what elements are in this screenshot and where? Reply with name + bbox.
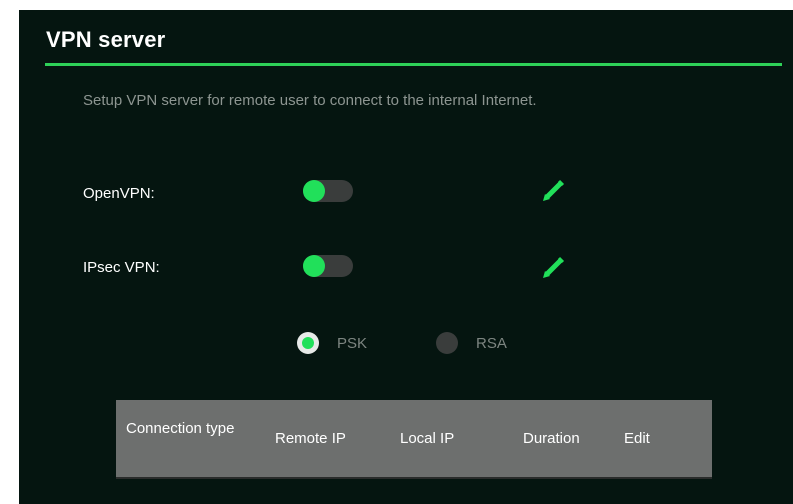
column-header-connection-type: Connection type xyxy=(126,420,235,437)
radio-rsa-label: RSA xyxy=(476,334,507,352)
radio-rsa[interactable]: RSA xyxy=(436,332,507,354)
title-divider xyxy=(45,63,782,66)
openvpn-toggle[interactable] xyxy=(303,180,353,202)
openvpn-label: OpenVPN: xyxy=(83,185,155,202)
radio-psk-circle xyxy=(297,332,319,354)
page-title: VPN server xyxy=(46,27,166,52)
pencil-icon xyxy=(543,256,565,278)
toggle-knob xyxy=(303,180,325,202)
pencil-icon xyxy=(543,179,565,201)
ipsec-vpn-label: IPsec VPN: xyxy=(83,259,160,276)
description-text: Setup VPN server for remote user to conn… xyxy=(83,92,537,109)
toggle-knob xyxy=(303,255,325,277)
openvpn-edit-pencil-icon[interactable] xyxy=(539,176,567,204)
radio-psk-label: PSK xyxy=(337,334,368,352)
connections-table-header: Connection type Remote IP Local IP Durat… xyxy=(116,400,712,477)
table-bottom-border xyxy=(116,477,712,479)
ipsec-vpn-toggle[interactable] xyxy=(303,255,353,277)
column-header-local-ip: Local IP xyxy=(400,430,455,447)
ipsec-vpn-edit-pencil-icon[interactable] xyxy=(539,253,567,281)
radio-rsa-circle xyxy=(436,332,458,354)
column-header-duration: Duration xyxy=(523,430,580,447)
radio-psk[interactable]: PSK xyxy=(297,332,367,354)
column-header-remote-ip: Remote IP xyxy=(275,430,346,447)
vpn-server-panel: VPN server Setup VPN server for remote u… xyxy=(19,10,793,504)
column-header-edit: Edit xyxy=(624,430,650,447)
